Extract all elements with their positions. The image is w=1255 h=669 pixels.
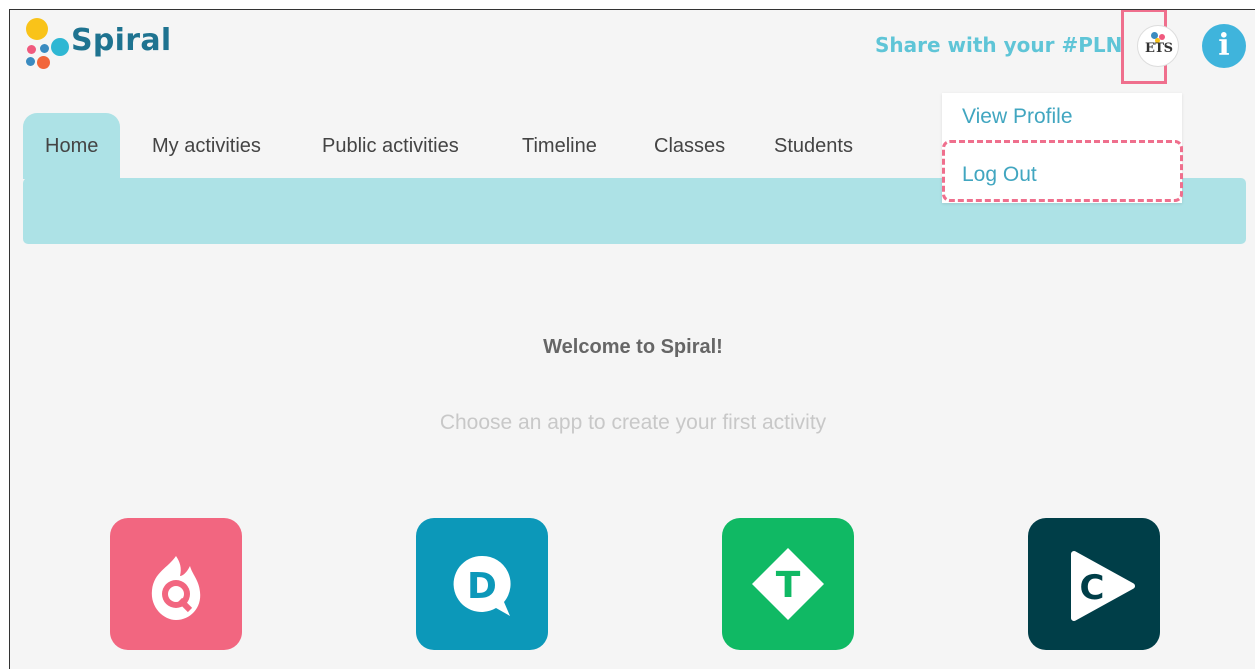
info-icon[interactable]: i [1202,24,1246,68]
clip-app-button[interactable]: C [1028,518,1160,650]
app-window: Spiral Share with your #PLN ETS i Home M… [9,9,1255,669]
avatar[interactable]: ETS [1137,25,1179,67]
spiral-logo-text: Spiral [71,22,172,58]
team-up-letter: T [776,565,801,606]
tab-timeline[interactable]: Timeline [500,113,619,179]
clip-letter: C [1080,568,1105,608]
quickfire-icon: Q [151,556,201,620]
clip-icon: C [1071,551,1135,621]
spiral-logo-icon [24,18,69,70]
welcome-heading: Welcome to Spiral! [543,336,723,358]
tab-my-activities[interactable]: My activities [130,113,283,179]
view-profile-item[interactable]: View Profile [962,105,1073,129]
tab-public-activities[interactable]: Public activities [300,113,481,179]
discuss-letter: D [467,566,497,607]
spiral-logo[interactable]: Spiral [24,18,172,70]
welcome-subtitle: Choose an app to create your first activ… [439,411,827,434]
tab-students[interactable]: Students [752,113,875,179]
tab-home[interactable]: Home [23,113,121,179]
tab-classes[interactable]: Classes [632,113,747,179]
quickfire-app-button[interactable]: Q [110,518,242,650]
team-up-app-button[interactable]: T [722,518,854,650]
log-out-highlight [942,140,1183,202]
avatar-initials: ETS [1145,41,1173,56]
discuss-icon: D [453,555,511,616]
discuss-app-button[interactable]: D [416,518,548,650]
share-pln-link[interactable]: Share with your #PLN [875,33,1122,57]
team-up-icon: T [752,548,824,620]
